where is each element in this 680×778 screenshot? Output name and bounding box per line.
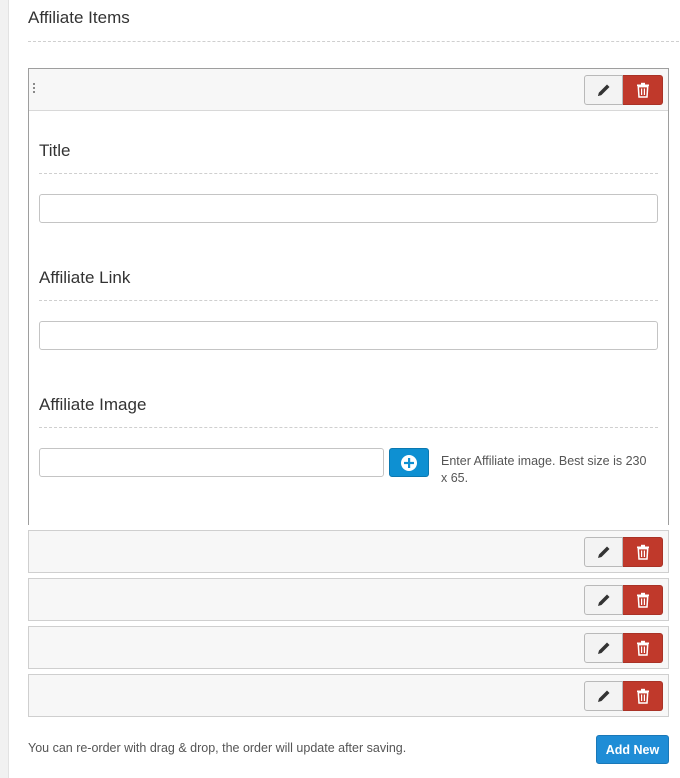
item-actions (584, 681, 663, 711)
title-input[interactable] (39, 194, 658, 223)
section-title: Affiliate Items (28, 8, 130, 27)
trash-icon (636, 640, 649, 656)
pencil-icon (597, 594, 609, 606)
trash-icon (636, 592, 649, 608)
reorder-help-text: You can re-order with drag & drop, the o… (28, 741, 407, 755)
add-new-button[interactable]: Add New (596, 735, 669, 764)
add-image-button[interactable] (389, 448, 429, 477)
repeater-item-body: Title Affiliate Link Affiliate Image Ent… (29, 111, 668, 525)
title-divider (39, 173, 658, 174)
repeater-item-collapsed[interactable] (28, 578, 669, 621)
repeater-item-header[interactable] (29, 69, 668, 111)
pencil-icon (597, 84, 609, 96)
repeater-item-collapsed[interactable] (28, 674, 669, 717)
trash-icon (636, 688, 649, 704)
delete-button[interactable] (623, 681, 663, 711)
title-label: Title (39, 141, 71, 160)
affiliate-image-input[interactable] (39, 448, 384, 477)
item-actions (584, 75, 663, 105)
item-actions (584, 633, 663, 663)
edit-button[interactable] (584, 537, 623, 567)
repeater-item-collapsed[interactable] (28, 530, 669, 573)
delete-button[interactable] (623, 585, 663, 615)
trash-icon (636, 544, 649, 560)
left-border (0, 0, 9, 778)
drag-handle-icon[interactable] (33, 83, 37, 95)
delete-button[interactable] (623, 75, 663, 105)
affiliate-image-description: Enter Affiliate image. Best size is 230 … (441, 454, 647, 485)
pencil-icon (597, 690, 609, 702)
delete-button[interactable] (623, 537, 663, 567)
affiliate-image-label: Affiliate Image (39, 395, 147, 414)
affiliate-image-divider (39, 427, 658, 428)
item-actions (584, 585, 663, 615)
affiliate-link-divider (39, 300, 658, 301)
repeater-item-collapsed[interactable] (28, 626, 669, 669)
edit-button[interactable] (584, 633, 623, 663)
section-divider (28, 41, 679, 42)
edit-button[interactable] (584, 75, 623, 105)
pencil-icon (597, 546, 609, 558)
repeater-item-expanded: Title Affiliate Link Affiliate Image Ent… (28, 68, 669, 525)
edit-button[interactable] (584, 681, 623, 711)
trash-icon (636, 82, 649, 98)
affiliate-link-input[interactable] (39, 321, 658, 350)
item-actions (584, 537, 663, 567)
edit-button[interactable] (584, 585, 623, 615)
pencil-icon (597, 642, 609, 654)
delete-button[interactable] (623, 633, 663, 663)
plus-circle-icon (401, 454, 417, 471)
affiliate-link-label: Affiliate Link (39, 268, 131, 287)
